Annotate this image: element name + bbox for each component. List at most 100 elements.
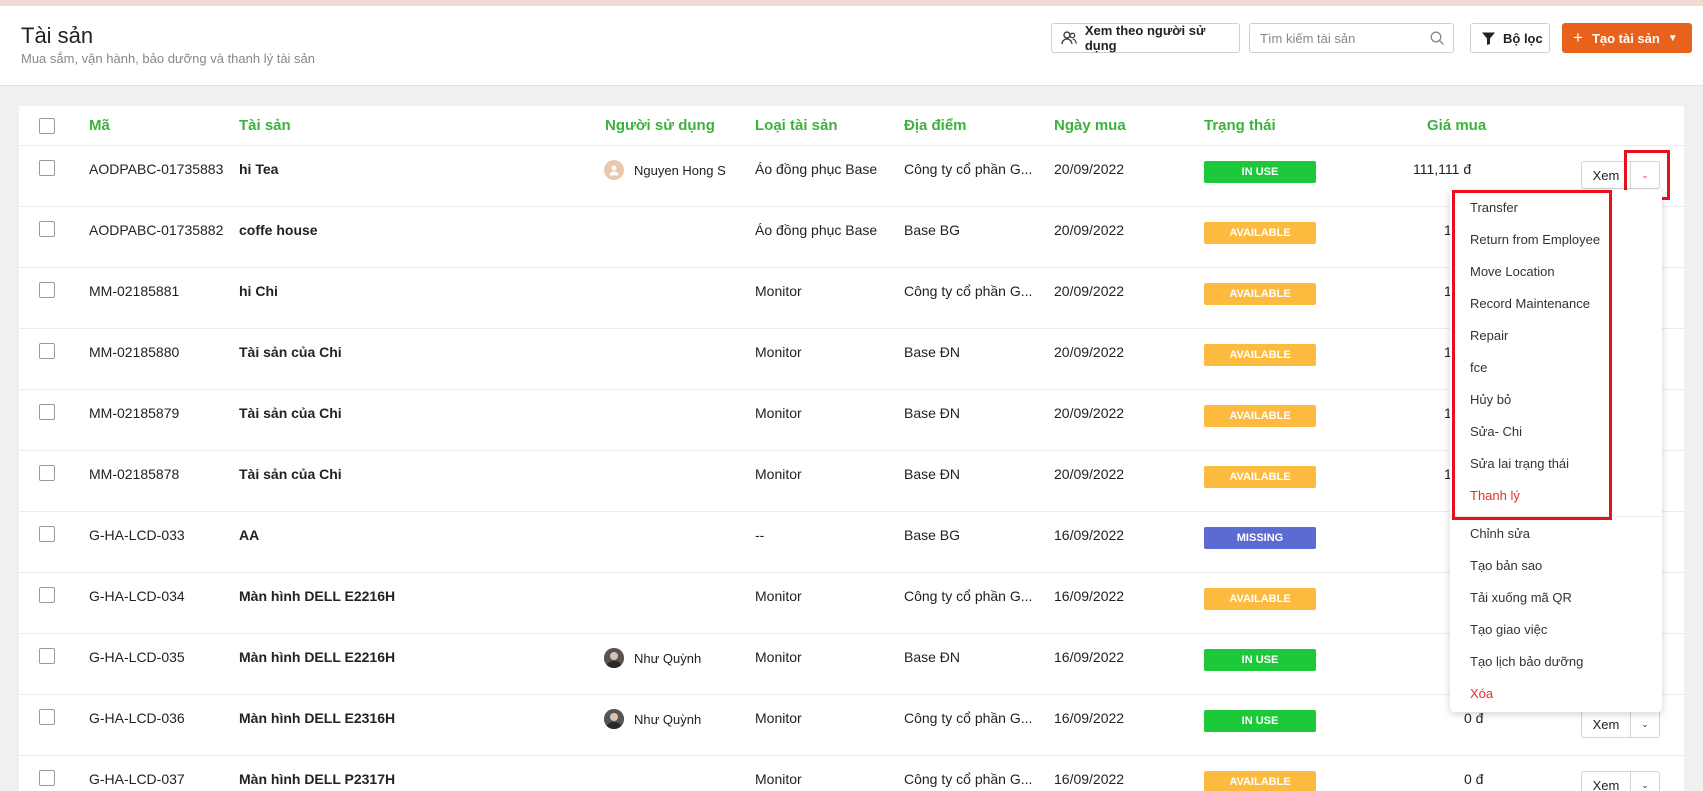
asset-name[interactable]: AA bbox=[239, 527, 259, 543]
status-badge: AVAILABLE bbox=[1204, 344, 1316, 366]
asset-location: Base ĐN bbox=[904, 344, 961, 360]
table-row[interactable]: MM-02185881 hi Chi Monitor Công ty cổ phần … bbox=[19, 268, 1684, 329]
table-row[interactable]: G-HA-LCD-036 Màn hình DELL E2316H Như Quỳn… bbox=[19, 695, 1684, 756]
menu-item-create-task[interactable]: Tạo giao việc bbox=[1470, 622, 1547, 637]
asset-location: Công ty cổ phần G... bbox=[904, 283, 1033, 299]
create-asset-button[interactable]: + Tạo tài sản ▼ bbox=[1562, 23, 1692, 53]
table-row[interactable]: MM-02185878 Tài sản của Chi Monitor Base ĐN… bbox=[19, 451, 1684, 512]
menu-item-maintenance-schedule[interactable]: Tạo lịch bảo dưỡng bbox=[1470, 654, 1583, 669]
row-checkbox[interactable] bbox=[39, 770, 55, 786]
table-row[interactable]: G-HA-LCD-037 Màn hình DELL P2317H Monitor C… bbox=[19, 756, 1684, 791]
search-input[interactable] bbox=[1250, 24, 1425, 52]
view-button[interactable]: Xem bbox=[1581, 771, 1631, 791]
user-photo-icon bbox=[604, 709, 624, 729]
purchase-date: 16/09/2022 bbox=[1054, 771, 1125, 787]
highlight-box-menu bbox=[1452, 190, 1612, 520]
column-header-type[interactable]: Loại tài sản bbox=[755, 117, 838, 134]
asset-name[interactable]: Màn hình DELL P2317H bbox=[239, 771, 395, 787]
asset-name[interactable]: Tài sản của Chi bbox=[239, 405, 342, 421]
column-header-status[interactable]: Trạng thái bbox=[1204, 117, 1276, 134]
column-header-asset[interactable]: Tài sản bbox=[239, 117, 291, 134]
row-actions-toggle[interactable]: ⌄ bbox=[1630, 771, 1660, 791]
view-by-user-button[interactable]: Xem theo người sử dụng bbox=[1051, 23, 1240, 53]
purchase-date: 20/09/2022 bbox=[1054, 283, 1125, 299]
row-checkbox[interactable] bbox=[39, 404, 55, 420]
table-row[interactable]: MM-02185879 Tài sản của Chi Monitor Base ĐN… bbox=[19, 390, 1684, 451]
asset-name[interactable]: Tài sản của Chi bbox=[239, 344, 342, 360]
purchase-date: 20/09/2022 bbox=[1054, 466, 1125, 482]
table-row[interactable]: G-HA-LCD-035 Màn hình DELL E2216H Như Quỳn… bbox=[19, 634, 1684, 695]
asset-code: G-HA-LCD-034 bbox=[89, 588, 185, 604]
column-header-code[interactable]: Mã bbox=[89, 117, 110, 134]
table-row[interactable]: G-HA-LCD-033 AA -- Base BG 16/09/2022 MISSING bbox=[19, 512, 1684, 573]
asset-location: Base ĐN bbox=[904, 466, 961, 482]
row-checkbox[interactable] bbox=[39, 526, 55, 542]
asset-location: Base ĐN bbox=[904, 649, 961, 665]
table-header: Mã Tài sản Người sử dụng Loại tài sản Đị… bbox=[19, 106, 1684, 146]
chevron-down-icon: ⌄ bbox=[1641, 718, 1649, 729]
table-row[interactable]: AODPABC-01735882 coffe house Áo đồng phục … bbox=[19, 207, 1684, 268]
user-cell[interactable]: Như Quỳnh bbox=[604, 709, 701, 729]
table-row[interactable]: AODPABC-01735883 hi Tea Nguyen Hong S Áo đồ… bbox=[19, 146, 1684, 207]
row-checkbox[interactable] bbox=[39, 343, 55, 359]
row-checkbox[interactable] bbox=[39, 221, 55, 237]
user-cell[interactable]: Như Quỳnh bbox=[604, 648, 701, 668]
asset-type: Monitor bbox=[755, 771, 802, 787]
user-placeholder-icon bbox=[609, 165, 619, 176]
page-subtitle: Mua sắm, vận hành, bảo dưỡng và thanh lý… bbox=[21, 51, 316, 66]
asset-name[interactable]: hi Tea bbox=[239, 161, 278, 177]
filter-label: Bộ lọc bbox=[1503, 30, 1543, 46]
row-checkbox[interactable] bbox=[39, 587, 55, 603]
asset-name[interactable]: hi Chi bbox=[239, 283, 278, 299]
asset-location: Công ty cổ phần G... bbox=[904, 161, 1033, 177]
menu-item-edit[interactable]: Chỉnh sửa bbox=[1470, 526, 1530, 541]
asset-name[interactable]: Màn hình DELL E2316H bbox=[239, 710, 395, 726]
user-name: Như Quỳnh bbox=[634, 711, 702, 727]
status-badge: IN USE bbox=[1204, 649, 1316, 671]
page-title: Tài sản bbox=[21, 23, 94, 48]
select-all-checkbox[interactable] bbox=[39, 118, 55, 134]
asset-name[interactable]: coffe house bbox=[239, 222, 318, 238]
users-icon bbox=[1061, 31, 1077, 44]
menu-item-delete[interactable]: Xóa bbox=[1470, 686, 1493, 701]
asset-type: -- bbox=[755, 527, 765, 543]
row-checkbox[interactable] bbox=[39, 465, 55, 481]
avatar bbox=[604, 648, 624, 668]
table-row[interactable]: G-HA-LCD-034 Màn hình DELL E2216H Monitor C… bbox=[19, 573, 1684, 634]
asset-type: Áo đồng phục Base bbox=[755, 161, 878, 177]
asset-code: MM-02185878 bbox=[89, 466, 180, 482]
search-icon[interactable] bbox=[1430, 31, 1445, 46]
asset-name[interactable]: Màn hình DELL E2216H bbox=[239, 588, 395, 604]
filter-button[interactable]: Bộ lọc bbox=[1470, 23, 1550, 53]
asset-type: Monitor bbox=[755, 588, 802, 604]
row-actions-toggle[interactable]: ⌄ bbox=[1630, 710, 1660, 738]
avatar bbox=[604, 160, 624, 180]
menu-item-download-qr[interactable]: Tải xuống mã QR bbox=[1470, 590, 1572, 605]
menu-item-duplicate[interactable]: Tạo bản sao bbox=[1470, 558, 1542, 573]
column-header-user[interactable]: Người sử dụng bbox=[605, 117, 715, 134]
chevron-down-icon: ⌄ bbox=[1641, 779, 1649, 790]
row-checkbox[interactable] bbox=[39, 648, 55, 664]
user-name: Như Quỳnh bbox=[634, 650, 702, 666]
user-photo-icon bbox=[604, 648, 624, 668]
column-header-location[interactable]: Địa điểm bbox=[904, 117, 967, 134]
asset-type: Monitor bbox=[755, 283, 802, 299]
caret-down-icon[interactable]: ▼ bbox=[1668, 33, 1678, 44]
user-cell[interactable]: Nguyen Hong S bbox=[604, 160, 726, 180]
purchase-price: 0 đ bbox=[1464, 771, 1484, 787]
asset-code: AODPABC-01735883 bbox=[89, 161, 224, 177]
row-checkbox[interactable] bbox=[39, 282, 55, 298]
view-button[interactable]: Xem bbox=[1581, 710, 1631, 738]
row-checkbox[interactable] bbox=[39, 709, 55, 725]
asset-table: Mã Tài sản Người sử dụng Loại tài sản Đị… bbox=[19, 106, 1684, 791]
page-header: Tài sản Mua sắm, vận hành, bảo dưỡng và … bbox=[0, 6, 1703, 86]
purchase-date: 16/09/2022 bbox=[1054, 649, 1125, 665]
asset-name[interactable]: Tài sản của Chi bbox=[239, 466, 342, 482]
search-box[interactable] bbox=[1249, 23, 1454, 53]
purchase-price: 111,111 đ bbox=[1413, 161, 1472, 177]
table-row[interactable]: MM-02185880 Tài sản của Chi Monitor Base ĐN… bbox=[19, 329, 1684, 390]
row-checkbox[interactable] bbox=[39, 160, 55, 176]
column-header-price[interactable]: Giá mua bbox=[1427, 117, 1486, 134]
asset-name[interactable]: Màn hình DELL E2216H bbox=[239, 649, 395, 665]
column-header-date[interactable]: Ngày mua bbox=[1054, 117, 1126, 134]
